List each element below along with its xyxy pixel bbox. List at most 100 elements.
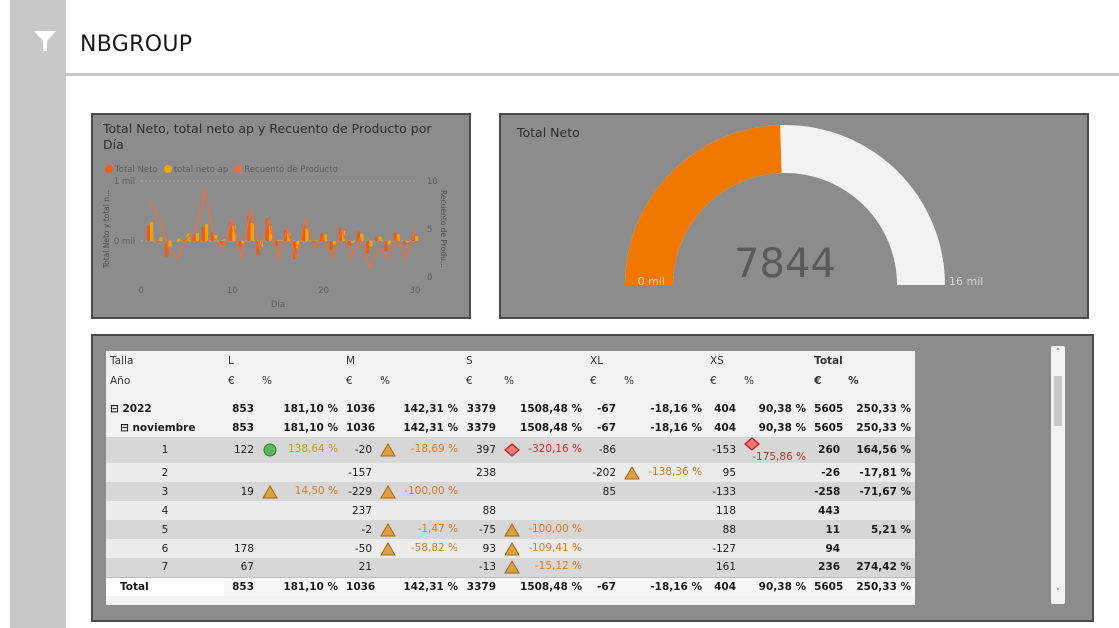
cell-percent: 90,38 % xyxy=(740,399,810,418)
spacer-cell xyxy=(106,391,224,399)
point-recuento-producto xyxy=(322,237,325,240)
cell-euro xyxy=(224,463,258,482)
table-row: 2 -157 238 -202 -138,36 % 95 -26 -17,81 % xyxy=(106,463,915,482)
cell-euro: -127 xyxy=(706,539,741,558)
cell-euro xyxy=(586,501,621,520)
cell-percent: -138,36 % xyxy=(620,463,707,482)
cell-euro: 11 xyxy=(810,520,845,539)
header-size-xl: XL xyxy=(586,351,707,371)
cell-percent: -71,67 % xyxy=(844,482,915,501)
cell-percent: -18,69 % xyxy=(376,437,463,463)
cell-percent: -100,00 % xyxy=(376,482,463,501)
scroll-up-icon[interactable]: ˄ xyxy=(1051,348,1065,362)
combo-chart-visual[interactable]: Total Neto, total neto ap y Recuento de … xyxy=(91,113,471,319)
bar-total-neto-ap xyxy=(250,223,254,241)
cell-euro: -229 xyxy=(342,482,377,501)
cell-euro: -13 xyxy=(462,558,501,577)
cell-percent: 142,31 % xyxy=(376,418,462,437)
cell-percent xyxy=(620,558,707,577)
row-label: ⊟ 2022 xyxy=(110,402,152,415)
cell-value: -133 xyxy=(712,485,737,498)
cell-percent xyxy=(376,463,463,482)
cell-value: -138,36 % xyxy=(648,465,703,478)
bar-total-neto xyxy=(384,241,388,252)
cell-value: 250,33 % xyxy=(856,402,912,415)
bar-total-neto-ap xyxy=(204,224,209,241)
point-recuento-producto xyxy=(295,257,298,259)
cell-value: 260 xyxy=(818,444,841,456)
warning-triangle-icon xyxy=(380,484,396,498)
total-euro: -67 xyxy=(586,576,621,596)
cell-percent: -175,86 % xyxy=(740,437,811,463)
matrix-table: Talla L M S XL XS Total Año €% €% €% €% €% €% ⊟ 2022 85… xyxy=(106,351,915,596)
total-percent: 181,10 % xyxy=(258,576,343,596)
scroll-thumb[interactable] xyxy=(1054,376,1062,426)
cell-value: 11 xyxy=(825,523,841,536)
warning-triangle-icon xyxy=(380,443,396,457)
scroll-down-icon[interactable]: ˅ xyxy=(1051,588,1065,602)
y-tick-label: 0 mil xyxy=(114,237,135,247)
warning-triangle-icon xyxy=(504,560,520,574)
total-percent: 250,33 % xyxy=(844,576,915,596)
legend-item-total-neto-ap[interactable]: total neto ap xyxy=(163,165,228,175)
cell-euro: 237 xyxy=(342,501,377,520)
bar-total-neto xyxy=(156,241,160,243)
total-percent: 142,31 % xyxy=(376,576,463,596)
matrix-header-size: Talla L M S XL XS Total xyxy=(106,351,915,371)
line-recuento-producto xyxy=(149,190,416,270)
spacer-cell xyxy=(844,391,915,399)
cell-value: -258 xyxy=(814,485,841,498)
cell-euro xyxy=(586,520,621,539)
matrix-visual[interactable]: Talla L M S XL XS Total Año €% €% €% €% €% €% ⊟ 2022 85… xyxy=(91,334,1094,622)
cell-percent: 1508,48 % xyxy=(500,418,586,437)
total-percent: -18,16 % xyxy=(620,576,707,596)
matrix-spacer xyxy=(106,391,915,399)
cell-value: 404 xyxy=(714,421,737,434)
warning-triangle-icon xyxy=(380,522,396,536)
report-header: NBGROUP xyxy=(66,0,1119,76)
cell-value: 21 xyxy=(358,561,373,574)
point-recuento-producto xyxy=(414,228,416,230)
cell-euro: 67 xyxy=(224,558,258,577)
cell-percent xyxy=(500,482,587,501)
point-recuento-producto xyxy=(304,218,307,221)
bar-total-neto-ap xyxy=(177,238,181,241)
gauge-visual[interactable]: Total Neto 7844 0 mil 16 mil xyxy=(499,113,1089,319)
cell-percent: 142,31 % xyxy=(376,399,462,418)
cell-euro: 95 xyxy=(706,463,741,482)
cell-value: 1036 xyxy=(346,421,376,434)
bar-total-neto-ap xyxy=(195,233,199,241)
header-percent: % xyxy=(500,371,587,391)
cell-percent: 164,56 % xyxy=(844,437,915,463)
row-label: 4 xyxy=(106,501,224,520)
matrix-scrollbar[interactable]: ˄ ˅ xyxy=(1051,346,1065,604)
legend-item-total-neto[interactable]: Total Neto xyxy=(105,165,158,175)
row-label: 6 xyxy=(106,539,224,558)
cell-percent xyxy=(620,482,707,501)
combo-chart-legend: Total Neto total neto ap Recuento de Pro… xyxy=(105,165,338,175)
cell-percent: 181,10 % xyxy=(258,418,342,437)
bar-total-neto xyxy=(347,241,352,246)
row-label: 1 xyxy=(106,437,224,463)
cell-value: 161 xyxy=(716,561,737,574)
gauge-value: 7844 xyxy=(734,241,836,287)
gauge-max-label: 16 mil xyxy=(949,275,983,288)
header-euro: € xyxy=(342,371,377,391)
cell-percent xyxy=(620,501,707,520)
y2-tick-label: 10 xyxy=(427,177,438,187)
cell-value: 181,10 % xyxy=(283,421,339,434)
cell-value: -157 xyxy=(348,466,373,479)
cell-value: 93 xyxy=(482,542,497,555)
spacer-cell xyxy=(620,391,707,399)
cell-euro: 93 xyxy=(462,539,501,558)
filter-funnel-icon[interactable] xyxy=(32,28,58,54)
warning-triangle-icon xyxy=(262,484,278,498)
cell-percent: -320,16 % xyxy=(500,437,587,463)
total-label: Total xyxy=(106,576,224,596)
bar-total-neto-ap xyxy=(378,236,382,241)
bar-total-neto-ap xyxy=(150,221,154,241)
cell-value: 85 xyxy=(602,485,617,498)
table-row: 5 -2 -1,47 % -75 -100,00 % 88 11 5,21 % xyxy=(106,520,915,539)
legend-item-recuento[interactable]: Recuento de Producto xyxy=(234,165,338,175)
cell-value: 238 xyxy=(475,466,497,479)
